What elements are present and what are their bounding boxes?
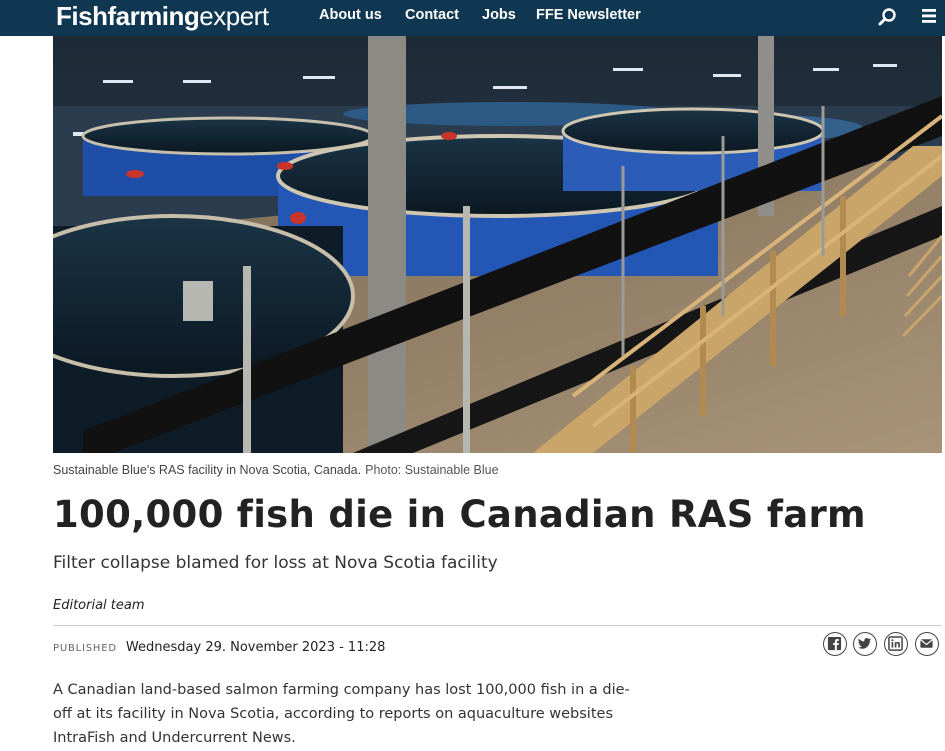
linkedin-icon[interactable] bbox=[884, 632, 908, 656]
email-icon[interactable] bbox=[915, 632, 939, 656]
hamburger-menu-icon[interactable] bbox=[919, 6, 941, 28]
nav-ffe-newsletter[interactable]: FFE Newsletter bbox=[536, 0, 641, 36]
facebook-icon[interactable] bbox=[823, 632, 847, 656]
image-caption: Sustainable Blue's RAS facility in Nova … bbox=[53, 463, 499, 477]
logo-bold-text: Fishfarming bbox=[56, 1, 200, 31]
article-body: A Canadian land-based salmon farming com… bbox=[53, 678, 653, 750]
logo-light-text: expert bbox=[199, 1, 269, 31]
nav-jobs[interactable]: Jobs bbox=[482, 0, 516, 36]
body-line: A Canadian land-based salmon farming com… bbox=[53, 682, 630, 698]
nav-contact[interactable]: Contact bbox=[405, 0, 459, 36]
site-header: Fishfarmingexpert About us Contact Jobs … bbox=[0, 0, 945, 36]
caption-text: Sustainable Blue's RAS facility in Nova … bbox=[53, 463, 362, 477]
hero-image bbox=[53, 36, 942, 453]
body-line: off at its facility in Nova Scotia, acco… bbox=[53, 706, 613, 722]
article-headline: 100,000 fish die in Canadian RAS farm bbox=[53, 493, 866, 536]
photo-credit: Photo: Sustainable Blue bbox=[365, 463, 499, 477]
published-date: Wednesday 29. November 2023 - 11:28 bbox=[125, 640, 386, 655]
twitter-icon[interactable] bbox=[853, 632, 877, 656]
search-icon[interactable] bbox=[877, 6, 899, 28]
published-label: PUBLISHED bbox=[53, 643, 117, 654]
article-subheading: Filter collapse blamed for loss at Nova … bbox=[53, 553, 498, 573]
site-logo[interactable]: Fishfarmingexpert bbox=[56, 0, 269, 36]
body-line: IntraFish and Undercurrent News. bbox=[53, 730, 296, 746]
nav-about-us[interactable]: About us bbox=[319, 0, 382, 36]
article-author[interactable]: Editorial team bbox=[53, 598, 145, 613]
published-info: PUBLISHED Wednesday 29. November 2023 - … bbox=[53, 636, 385, 655]
divider bbox=[53, 625, 942, 626]
